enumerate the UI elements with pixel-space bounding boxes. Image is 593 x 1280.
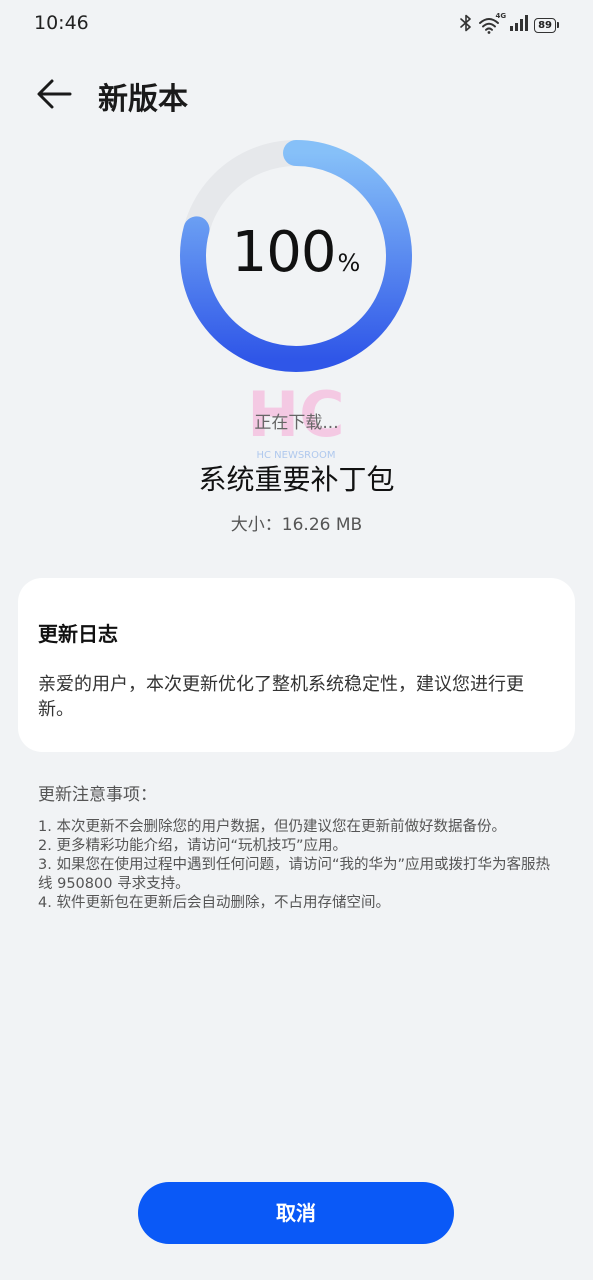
wifi-icon: 4G (478, 12, 506, 34)
note-item: 3. 如果您在使用过程中遇到任何问题，请访问“我的华为”应用或拨打华为客服热线 … (38, 857, 550, 892)
notes-list: 1. 本次更新不会删除您的用户数据，但仍建议您在更新前做好数据备份。 2. 更多… (38, 818, 563, 913)
package-name: 系统重要补丁包 (198, 463, 395, 496)
download-status: 正在下载... (254, 413, 339, 433)
progress-unit: % (337, 249, 361, 277)
status-bar: 10:46 4G 89 (0, 0, 593, 48)
status-time: 10:46 (34, 12, 89, 34)
battery-tip (557, 22, 559, 28)
note-item: 4. 软件更新包在更新后会自动删除，不占用存储空间。 (38, 895, 390, 911)
page-title: 新版本 (98, 82, 188, 117)
changelog-title: 更新日志 (38, 622, 118, 646)
changelog-body: 亲爱的用户，本次更新优化了整机系统稳定性，建议您进行更新。 (38, 674, 524, 720)
back-button[interactable] (34, 76, 74, 112)
header: 新版本 (0, 62, 593, 126)
battery-level: 89 (534, 17, 556, 33)
progress-value: 100% (178, 220, 414, 285)
battery-icon: 89 (534, 17, 559, 33)
bluetooth-icon (460, 14, 472, 36)
status-icons: 4G 89 (460, 12, 559, 36)
note-item: 1. 本次更新不会删除您的用户数据，但仍建议您在更新前做好数据备份。 (38, 819, 506, 835)
arrow-left-icon (37, 79, 72, 109)
progress-number: 100 (231, 220, 337, 285)
changelog-card: 更新日志 亲爱的用户，本次更新优化了整机系统稳定性，建议您进行更新。 (18, 578, 575, 752)
cancel-button[interactable]: 取消 (138, 1182, 454, 1244)
note-item: 2. 更多精彩功能介绍，请访问“玩机技巧”应用。 (38, 838, 347, 854)
notes-title: 更新注意事项： (38, 785, 157, 805)
network-type-label: 4G (495, 12, 507, 20)
package-size: 大小：16.26 MB (230, 515, 363, 535)
signal-icon (510, 15, 529, 35)
